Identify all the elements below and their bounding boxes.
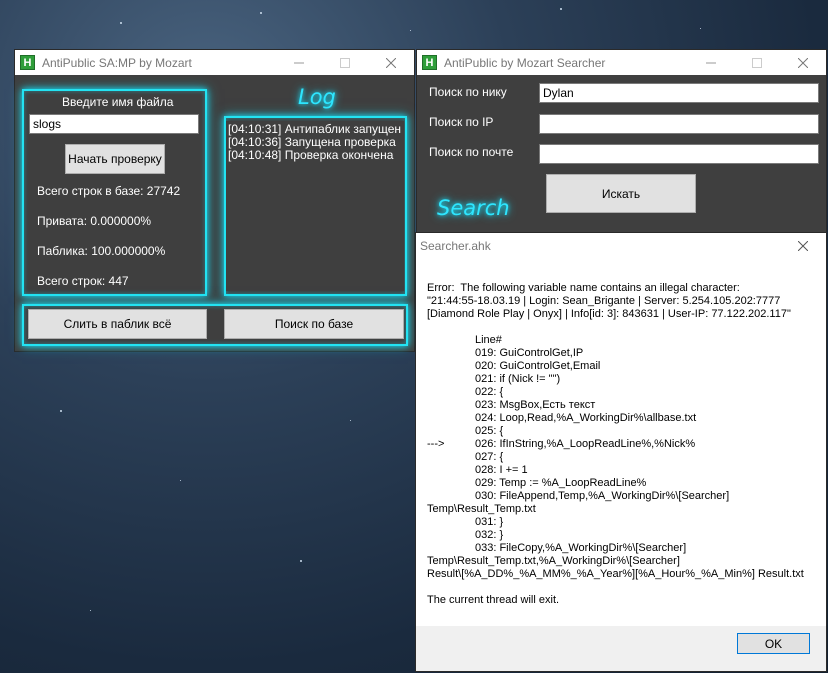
- code-line: 027: {: [475, 451, 504, 463]
- merge-to-public-button[interactable]: Слить в паблик всё: [28, 309, 207, 339]
- code-line: 020: GuiControlGet,Email: [475, 360, 601, 372]
- searcher-titlebar[interactable]: H AntiPublic by Mozart Searcher: [417, 50, 826, 75]
- msgbox-body: Error: The following variable name conta…: [416, 258, 826, 626]
- main-window-title: AntiPublic SA:MP by Mozart: [42, 55, 192, 70]
- code-line: 028: I += 1: [475, 464, 528, 476]
- ahk-app-icon: H: [20, 55, 35, 70]
- minimize-button[interactable]: [688, 50, 734, 75]
- close-icon: [798, 240, 808, 251]
- minimize-icon: [706, 62, 716, 63]
- search-glow-title: Search: [437, 196, 510, 220]
- ip-search-input[interactable]: [539, 114, 819, 134]
- ok-button[interactable]: OK: [737, 633, 810, 654]
- file-name-label: Введите имя файла: [62, 95, 174, 109]
- email-search-input[interactable]: [539, 144, 819, 164]
- ip-search-label: Поиск по IP: [429, 115, 494, 129]
- email-search-label: Поиск по почте: [429, 145, 514, 159]
- nick-search-label: Поиск по нику: [429, 85, 507, 99]
- code-line: 031: }: [475, 516, 504, 528]
- code-line: 019: GuiControlGet,IP: [475, 347, 584, 359]
- ahk-app-icon: H: [422, 55, 437, 70]
- maximize-button[interactable]: [322, 50, 368, 75]
- nick-search-input[interactable]: [539, 83, 819, 103]
- search-button[interactable]: Искать: [546, 174, 696, 213]
- search-database-button[interactable]: Поиск по базе: [224, 309, 404, 339]
- total-lines-stat: Всего строк: 447: [37, 274, 129, 288]
- close-icon: [386, 57, 396, 68]
- maximize-icon: [340, 57, 350, 68]
- msgbox-footer: OK: [416, 626, 826, 671]
- main-titlebar[interactable]: H AntiPublic SA:MP by Mozart: [15, 50, 414, 75]
- antipublic-main-window: H AntiPublic SA:MP by Mozart Введите имя…: [15, 50, 414, 351]
- code-line: 029: Temp := %A_LoopReadLine%: [475, 477, 647, 489]
- error-line: "21:44:55-18.03.19 | Login: Sean_Brigant…: [427, 295, 781, 307]
- maximize-icon: [752, 57, 762, 68]
- searcher-window-title: AntiPublic by Mozart Searcher: [444, 55, 606, 70]
- code-line: 023: MsgBox,Есть текст: [475, 399, 596, 411]
- msgbox-title: Searcher.ahk: [420, 238, 491, 253]
- code-line: 021: if (Nick != ""): [475, 373, 561, 385]
- msgbox-titlebar[interactable]: Searcher.ahk: [416, 233, 826, 258]
- file-name-input[interactable]: [29, 114, 199, 134]
- code-line-wrap: Temp\Result_Temp.txt,%A_WorkingDir%\[Sea…: [427, 555, 680, 567]
- code-line: 033: FileCopy,%A_WorkingDir%\[Searcher]: [475, 542, 687, 554]
- log-list[interactable]: [04:10:31] Антипаблик запущен [04:10:36]…: [226, 121, 404, 291]
- code-line: 022: {: [475, 386, 504, 398]
- total-base-stat: Всего строк в базе: 27742: [37, 184, 181, 198]
- close-icon: [798, 57, 808, 68]
- code-line: 030: FileAppend,Temp,%A_WorkingDir%\[Sea…: [475, 490, 730, 502]
- maximize-button[interactable]: [734, 50, 780, 75]
- code-line: 025: {: [475, 425, 504, 437]
- line-header: Line#: [475, 334, 502, 346]
- code-line-current: 026: IfInString,%A_LoopReadLine%,%Nick%: [475, 438, 696, 450]
- current-line-marker: --->: [427, 438, 445, 450]
- close-button[interactable]: [780, 233, 826, 258]
- code-line: 032: }: [475, 529, 504, 541]
- start-check-button[interactable]: Начать проверку: [65, 144, 165, 174]
- minimize-button[interactable]: [276, 50, 322, 75]
- private-stat: Привата: 0.000000%: [37, 214, 152, 228]
- error-line: [Diamond Role Play | Onyx] | Info[id: 3]…: [427, 308, 791, 320]
- log-line: [04:10:48] Проверка окончена: [228, 148, 394, 162]
- searcher-client-area: Поиск по нику Поиск по IP Поиск по почте…: [417, 75, 826, 236]
- minimize-icon: [294, 62, 304, 63]
- error-message-box: Searcher.ahk Error: The following variab…: [416, 233, 826, 671]
- searcher-window: H AntiPublic by Mozart Searcher Поиск по…: [417, 50, 826, 236]
- main-client-area: Введите имя файла Начать проверку Всего …: [15, 75, 414, 351]
- close-button[interactable]: [368, 50, 414, 75]
- error-line: Error: The following variable name conta…: [427, 282, 740, 294]
- thread-exit-text: The current thread will exit.: [427, 594, 560, 606]
- log-title: Log: [298, 85, 336, 109]
- public-stat: Паблика: 100.000000%: [37, 244, 166, 258]
- code-line-wrap: Result\[%A_DD%_%A_MM%_%A_Year%][%A_Hour%…: [427, 568, 804, 580]
- code-line: 024: Loop,Read,%A_WorkingDir%\allbase.tx…: [475, 412, 697, 424]
- close-button[interactable]: [780, 50, 826, 75]
- code-line-wrap: Temp\Result_Temp.txt: [427, 503, 536, 515]
